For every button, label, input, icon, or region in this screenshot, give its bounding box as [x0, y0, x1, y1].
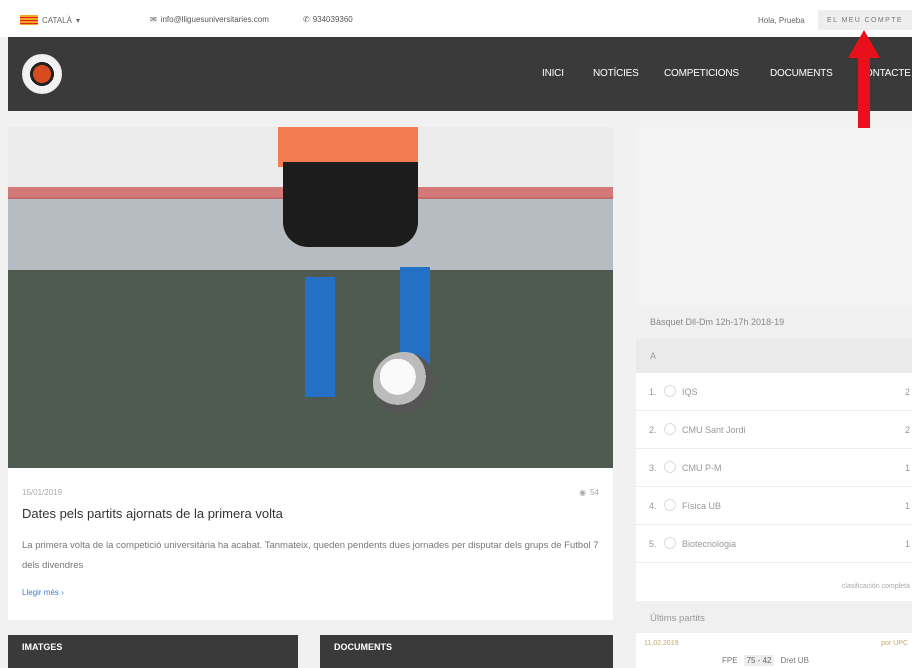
arrow-shape [848, 30, 880, 128]
images-section-title: IMATGES [22, 642, 63, 652]
user-greeting: Hola, Prueba [758, 16, 805, 25]
standings-row[interactable]: 2. CMU Sant Jordi 2 [636, 411, 912, 449]
nav-item-noticies[interactable]: NOTÍCIES [593, 68, 639, 79]
standings-position: 4. [649, 501, 657, 511]
standings-row[interactable]: 1. IQS 2 [636, 373, 912, 411]
read-more-label: Llegir més [22, 588, 59, 597]
standings-points: 2 [904, 425, 910, 435]
language-label: CATALÀ [42, 15, 72, 25]
article-title[interactable]: Dates pels partits ajornats de la primer… [22, 506, 283, 521]
team-crest-icon [664, 461, 676, 473]
language-selector[interactable]: CATALÀ ▾ [20, 15, 80, 25]
article-views: ◉ 54 [579, 488, 599, 497]
nav-item-competicions[interactable]: COMPETICIONS [664, 68, 739, 79]
standings-points: 1 [904, 463, 910, 473]
image-football [373, 352, 435, 414]
standings-points: 1 [904, 539, 910, 549]
standings-team: Biotecnologia [682, 539, 737, 549]
caret-down-icon: ▾ [75, 15, 80, 25]
article-date: 15/01/2019 [22, 488, 63, 497]
home-team: FPE [722, 656, 738, 665]
image-player-shirt [278, 127, 418, 167]
standings-position: 1. [649, 387, 657, 397]
standings-row[interactable]: 5. Biotecnologia 1 [636, 525, 912, 563]
latest-results-widget: Últims partits 11.02.2019 por UPC FPE 75… [636, 601, 912, 668]
standings-team: CMU P-M [682, 463, 722, 473]
my-account-button[interactable]: EL MEU COMPTE [818, 10, 912, 30]
team-crest-icon [664, 499, 676, 511]
contact-email[interactable]: ✉ info@lliguesuniversitaries.com [150, 15, 269, 24]
nav-item-documents[interactable]: DOCUMENTS [770, 68, 833, 79]
read-more-link[interactable]: Llegir més › [22, 588, 64, 597]
image-player-sock-left [305, 277, 335, 397]
envelope-icon: ✉ [150, 15, 157, 24]
email-text: info@lliguesuniversitaries.com [160, 15, 269, 24]
standings-group: A [636, 339, 912, 373]
image-player-shorts [283, 162, 418, 247]
phone-text: 934039360 [312, 15, 353, 24]
nav-item-inici[interactable]: INICI [542, 68, 564, 79]
chevron-right-icon: › [61, 588, 64, 597]
eye-icon: ◉ [579, 488, 587, 497]
standings-team: CMU Sant Jordi [682, 425, 746, 435]
documents-section: DOCUMENTS [320, 635, 613, 668]
standings-team: Física UB [682, 501, 722, 511]
standings-position: 5. [649, 539, 657, 549]
top-bar: CATALÀ ▾ ✉ info@lliguesuniversitaries.co… [0, 0, 912, 37]
featured-image[interactable] [8, 127, 613, 468]
standings-footer: clasificación completa [636, 563, 912, 597]
images-section: IMATGES [8, 635, 298, 668]
standings-position: 3. [649, 463, 657, 473]
match-source: por UPC [881, 640, 908, 647]
standings-title: Bàsquet Dll-Dm 12h-17h 2018-19 [636, 305, 912, 339]
standings-widget: Bàsquet Dll-Dm 12h-17h 2018-19 A 1. IQS 2 2… [636, 305, 912, 601]
standings-row[interactable]: 3. CMU P-M 1 [636, 449, 912, 487]
match-date: 11.02.2019 [644, 640, 679, 647]
view-count: 54 [590, 488, 599, 497]
standings-position: 2. [649, 425, 657, 435]
match-row[interactable]: FPE 75 - 42 Dret UB [722, 655, 809, 666]
contact-phone[interactable]: ✆ 934039360 [303, 15, 353, 24]
match-score: 75 - 42 [743, 655, 775, 666]
team-crest-icon [664, 537, 676, 549]
team-crest-icon [664, 385, 676, 397]
standings-team: IQS [682, 387, 698, 397]
latest-results-title: Últims partits [636, 603, 912, 633]
standings-row[interactable]: 4. Física UB 1 [636, 487, 912, 525]
article-excerpt: La primera volta de la competició univer… [22, 540, 599, 571]
site-logo[interactable] [22, 54, 62, 94]
sidebar-banner [636, 127, 912, 305]
standings-points: 1 [904, 501, 910, 511]
news-card: 15/01/2019 ◉ 54 Dates pels partits ajorn… [8, 468, 613, 620]
standings-points: 2 [904, 387, 910, 397]
full-standings-link[interactable]: clasificación completa [842, 583, 910, 590]
catalan-flag-icon [20, 15, 38, 25]
away-team: Dret UB [780, 656, 809, 665]
main-navbar: INICI NOTÍCIES COMPETICIONS DOCUMENTS CO… [8, 37, 912, 111]
team-crest-icon [664, 423, 676, 435]
documents-section-title: DOCUMENTS [334, 642, 392, 652]
red-arrow-annotation [848, 30, 880, 128]
phone-icon: ✆ [303, 15, 310, 24]
